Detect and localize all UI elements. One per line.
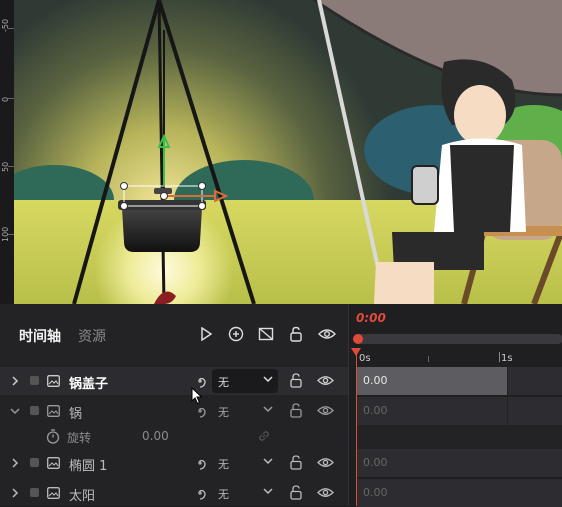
eye-icon[interactable] <box>317 487 334 498</box>
image-layer-icon <box>47 375 60 387</box>
add-circle-icon <box>228 326 244 342</box>
chevron-right-icon[interactable] <box>11 488 19 498</box>
chevron-down-icon <box>263 376 273 383</box>
ruler-label: 100 <box>1 226 10 242</box>
eye-icon[interactable] <box>317 405 334 416</box>
property-row-rotation[interactable]: 旋转 0.00 <box>0 424 348 448</box>
mask-icon <box>258 327 274 341</box>
eye-icon[interactable] <box>317 457 334 468</box>
scrub-handle[interactable] <box>353 334 363 344</box>
track-sun[interactable]: 0.00 <box>357 479 562 507</box>
easing-value: 无 <box>218 488 229 501</box>
spiral-easing-icon[interactable] <box>193 374 207 388</box>
lock-icon <box>290 326 302 342</box>
property-name: 旋转 <box>67 431 92 445</box>
spiral-easing-icon[interactable] <box>193 456 207 470</box>
ruler-label: 50 <box>1 161 10 172</box>
canvas-area[interactable]: -50 0 50 100 <box>0 0 562 304</box>
play-icon <box>201 327 213 341</box>
track-ellipse[interactable]: 0.00 <box>357 449 562 477</box>
layer-row-sun[interactable]: 太阳 无 <box>0 479 348 507</box>
timeline-scrollbar[interactable] <box>353 334 562 344</box>
image-layer-icon <box>47 487 60 499</box>
layer-color-swatch <box>30 376 39 385</box>
easing-select[interactable]: 无 <box>212 399 278 423</box>
lock-icon[interactable] <box>290 485 302 500</box>
layer-color-swatch <box>30 488 39 497</box>
spiral-easing-icon[interactable] <box>193 404 207 418</box>
playhead-line[interactable] <box>356 354 357 506</box>
time-tick-label: 1s <box>501 353 513 364</box>
time-tick <box>499 352 500 362</box>
play-button[interactable] <box>196 324 216 344</box>
tab-timeline[interactable]: 时间轴 <box>19 326 61 346</box>
vertical-ruler: -50 0 50 100 <box>0 0 15 304</box>
easing-select[interactable]: 无 <box>212 481 278 505</box>
layer-row-pot[interactable]: 锅 无 <box>0 397 348 425</box>
easing-value: 无 <box>218 406 229 419</box>
ruler-label: 0 <box>1 96 10 102</box>
lock-icon[interactable] <box>290 403 302 418</box>
layer-name: 锅 <box>69 407 83 422</box>
lock-all-button[interactable] <box>286 324 306 344</box>
keyframe-segment[interactable]: 0.00 <box>357 367 508 395</box>
chevron-right-icon[interactable] <box>11 376 19 386</box>
image-layer-icon <box>47 405 60 417</box>
mask-button[interactable] <box>256 324 276 344</box>
visibility-all-button[interactable] <box>316 324 338 344</box>
layer-name: 锅盖子 <box>69 377 109 392</box>
eye-icon <box>318 329 336 339</box>
property-value[interactable]: 0.00 <box>142 429 169 443</box>
current-time: 0:00 <box>356 311 386 325</box>
eye-icon[interactable] <box>317 375 334 386</box>
add-keyframe-button[interactable] <box>226 324 246 344</box>
lock-icon[interactable] <box>290 455 302 470</box>
easing-select[interactable]: 无 <box>212 451 278 475</box>
tab-assets[interactable]: 资源 <box>78 326 106 346</box>
spiral-easing-icon[interactable] <box>193 486 207 500</box>
layer-color-swatch <box>30 406 39 415</box>
chevron-down-icon[interactable] <box>10 407 20 415</box>
chevron-down-icon <box>263 458 273 465</box>
ruler-label: -50 <box>1 18 10 32</box>
timeline-tracks[interactable]: 0:00 0s 1s 0.00 0.00 0.00 0.00 <box>348 304 562 507</box>
layer-name: 太阳 <box>69 489 96 504</box>
stopwatch-icon[interactable] <box>46 429 60 444</box>
chevron-down-icon <box>263 406 273 413</box>
keyframe-segment[interactable]: 0.00 <box>357 397 508 425</box>
lock-icon[interactable] <box>290 373 302 388</box>
time-tick <box>428 356 429 362</box>
panel-tabs: 时间轴 资源 <box>0 304 348 364</box>
easing-value: 无 <box>218 376 229 389</box>
layer-row-lid[interactable]: 锅盖子 无 <box>0 367 348 405</box>
time-ruler[interactable]: 0s 1s <box>349 348 562 366</box>
keyframe-segment[interactable]: 0.00 <box>357 449 562 477</box>
camp-illustration <box>14 0 562 304</box>
chevron-down-icon <box>263 488 273 495</box>
track-value: 0.00 <box>363 456 388 469</box>
easing-value: 无 <box>218 458 229 471</box>
link-icon[interactable] <box>258 430 270 442</box>
layer-row-ellipse[interactable]: 椭圆 1 无 <box>0 449 348 477</box>
track-value: 0.00 <box>363 374 388 387</box>
keyframe-segment[interactable]: 0.00 <box>357 479 562 507</box>
track-value: 0.00 <box>363 404 388 417</box>
chevron-right-icon[interactable] <box>11 458 19 468</box>
layer-color-swatch <box>30 458 39 467</box>
timeline-panel: 时间轴 资源 锅盖子 无 锅 无 旋转 0.00 椭圆 1 无 太阳 无 0:0… <box>0 304 562 507</box>
track-rotation[interactable] <box>357 425 562 449</box>
image-layer-icon <box>47 457 60 469</box>
track-value: 0.00 <box>363 486 388 499</box>
layer-name: 椭圆 1 <box>69 459 108 474</box>
track-lid[interactable]: 0.00 <box>357 367 562 395</box>
easing-select[interactable]: 无 <box>212 369 278 393</box>
track-pot[interactable]: 0.00 <box>357 397 562 425</box>
